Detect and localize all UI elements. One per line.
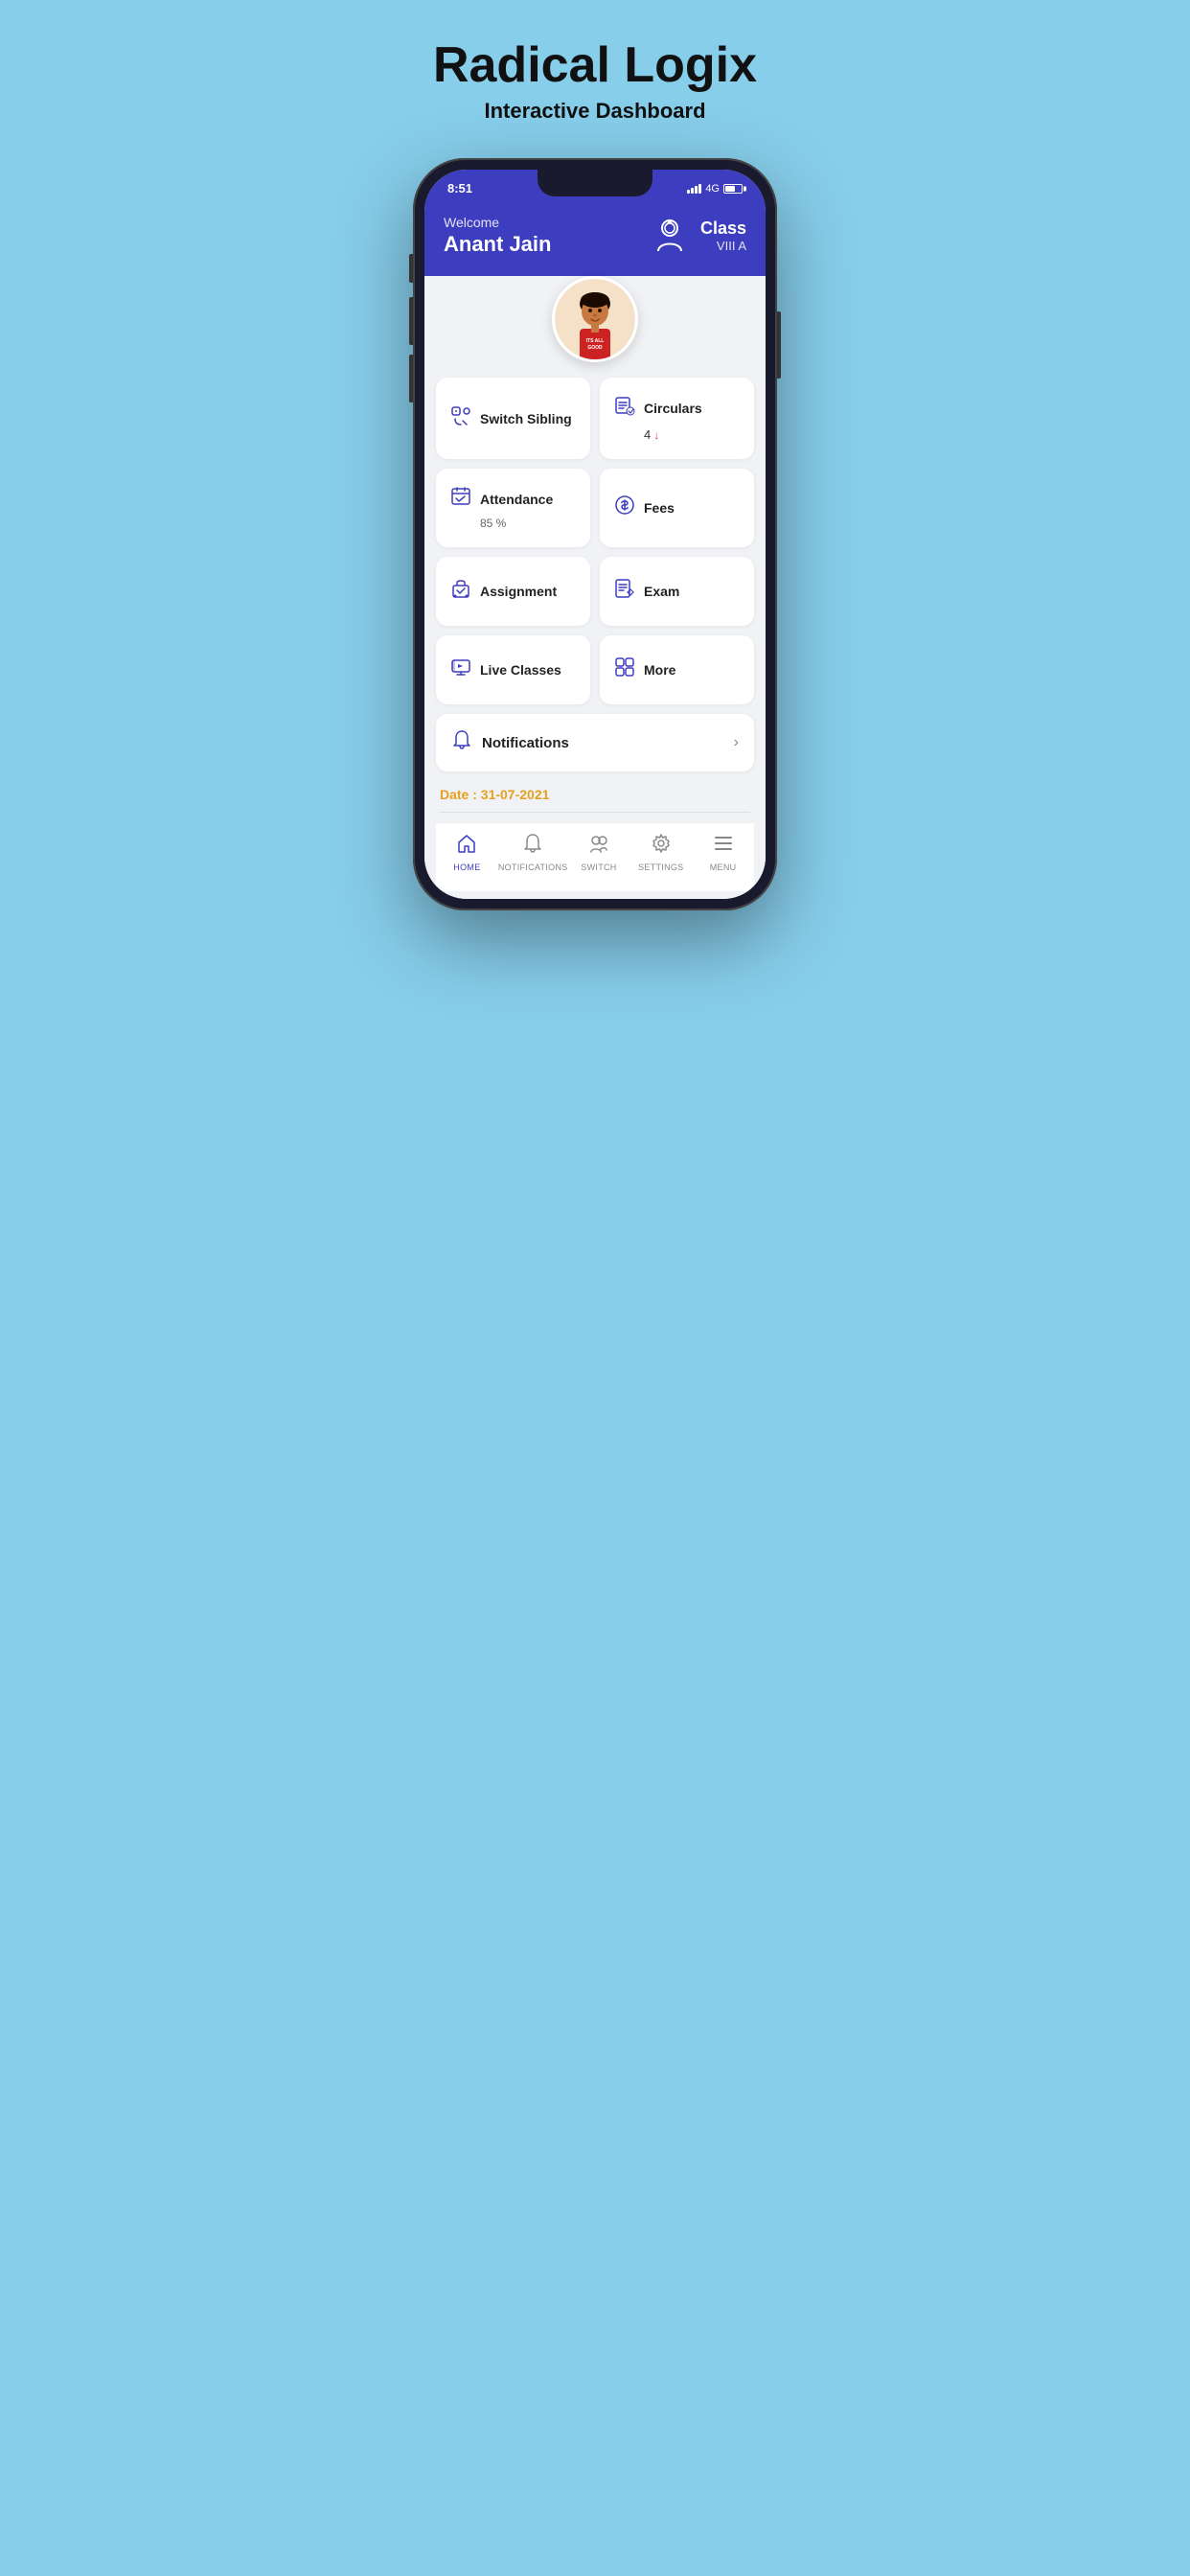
class-info: Class VIII A [700, 218, 746, 253]
more-inner: More [613, 656, 741, 683]
more-icon [613, 656, 636, 683]
live-classes-icon [449, 656, 472, 683]
more-label: More [644, 662, 675, 678]
attendance-card[interactable]: Attendance 85 % [436, 469, 590, 547]
switch-sibling-inner: Switch Sibling [449, 405, 577, 432]
notifications-left: Notifications [451, 729, 569, 756]
home-icon [456, 833, 477, 860]
assignment-icon [449, 578, 472, 605]
volume-down-button [409, 355, 413, 402]
user-name: Anant Jain [444, 232, 551, 257]
class-icon [649, 215, 691, 257]
notifications-row[interactable]: Notifications › [436, 714, 754, 771]
more-card[interactable]: More [600, 635, 754, 704]
menu-grid: Switch Sibling [436, 378, 754, 704]
welcome-section: Welcome Anant Jain [444, 215, 551, 257]
nav-settings[interactable]: SETTINGS [629, 833, 692, 872]
assignment-inner: Assignment [449, 578, 577, 605]
circulars-inner: Circulars [613, 395, 741, 422]
live-classes-card[interactable]: Live Classes [436, 635, 590, 704]
fees-inner: Fees [613, 494, 741, 521]
subtitle-normal: Interactive [484, 99, 595, 123]
status-time: 8:51 [447, 181, 472, 196]
svg-text:ITS ALL: ITS ALL [586, 338, 605, 344]
exam-inner: Exam [613, 578, 741, 605]
exam-icon [613, 578, 636, 605]
nav-settings-icon [651, 833, 672, 860]
page-title: Radical Logix [433, 38, 757, 93]
nav-menu[interactable]: MENU [692, 833, 754, 872]
switch-sibling-label: Switch Sibling [480, 411, 572, 426]
bottom-nav: HOME NOTIFICATIONS [436, 822, 754, 891]
switch-sibling-icon [449, 405, 472, 432]
nav-notifications-icon [522, 833, 543, 860]
volume-silent-button [409, 254, 413, 283]
attendance-label: Attendance [480, 492, 553, 507]
class-section: Class VIII A [649, 215, 746, 257]
fees-card[interactable]: Fees [600, 469, 754, 547]
nav-switch-icon [588, 833, 609, 860]
date-divider [440, 812, 750, 813]
welcome-text: Welcome [444, 215, 551, 230]
phone-screen: 8:51 4G Welcome Anant Jain [424, 170, 766, 899]
profile-avatar: ITS ALL GOOD [552, 276, 638, 362]
content-area: ITS ALL GOOD [424, 276, 766, 899]
live-classes-label: Live Classes [480, 662, 561, 678]
volume-up-button [409, 297, 413, 345]
switch-sibling-card[interactable]: Switch Sibling [436, 378, 590, 459]
notch [538, 170, 652, 196]
nav-home-label: HOME [453, 862, 480, 872]
exam-card[interactable]: Exam [600, 557, 754, 626]
notifications-icon [451, 729, 472, 756]
nav-notifications[interactable]: NOTIFICATIONS [498, 833, 568, 872]
assignment-label: Assignment [480, 584, 557, 599]
class-label: Class [700, 218, 746, 239]
profile-area: ITS ALL GOOD [436, 276, 754, 362]
status-icons: 4G [687, 183, 743, 195]
nav-switch[interactable]: SWITCH [568, 833, 630, 872]
network-type: 4G [705, 183, 720, 195]
subtitle-bold: Dashboard [596, 99, 706, 123]
nav-settings-label: SETTINGS [638, 862, 683, 872]
svg-text:GOOD: GOOD [587, 345, 603, 351]
avatar-image: ITS ALL GOOD [555, 279, 635, 359]
circulars-count: 4 [644, 427, 651, 442]
signal-icon [687, 184, 701, 194]
battery-icon [723, 184, 743, 194]
notifications-label: Notifications [482, 735, 569, 751]
circulars-card[interactable]: Circulars 4 ↓ [600, 378, 754, 459]
date-text: Date : 31-07-2021 [440, 787, 549, 802]
notifications-chevron: › [734, 734, 739, 751]
exam-label: Exam [644, 584, 679, 599]
assignment-card[interactable]: Assignment [436, 557, 590, 626]
nav-switch-label: SWITCH [581, 862, 616, 872]
nav-menu-icon [713, 833, 734, 860]
class-grade: VIII A [700, 239, 746, 253]
battery-fill [725, 186, 735, 192]
circulars-badge: 4 ↓ [613, 427, 741, 442]
nav-menu-label: MENU [710, 862, 737, 872]
fees-label: Fees [644, 500, 675, 516]
date-row: Date : 31-07-2021 [436, 781, 754, 822]
live-classes-inner: Live Classes [449, 656, 577, 683]
page-subtitle: Interactive Dashboard [484, 99, 705, 124]
fees-icon [613, 494, 636, 521]
circulars-icon [613, 395, 636, 422]
circulars-label: Circulars [644, 401, 702, 416]
attendance-inner: Attendance [449, 486, 577, 513]
nav-home[interactable]: HOME [436, 833, 498, 872]
circulars-arrow: ↓ [653, 428, 659, 442]
nav-notifications-label: NOTIFICATIONS [498, 862, 568, 872]
phone-shell: 8:51 4G Welcome Anant Jain [413, 158, 777, 910]
power-button [777, 311, 781, 379]
attendance-icon [449, 486, 472, 513]
attendance-sub: 85 % [449, 517, 577, 530]
